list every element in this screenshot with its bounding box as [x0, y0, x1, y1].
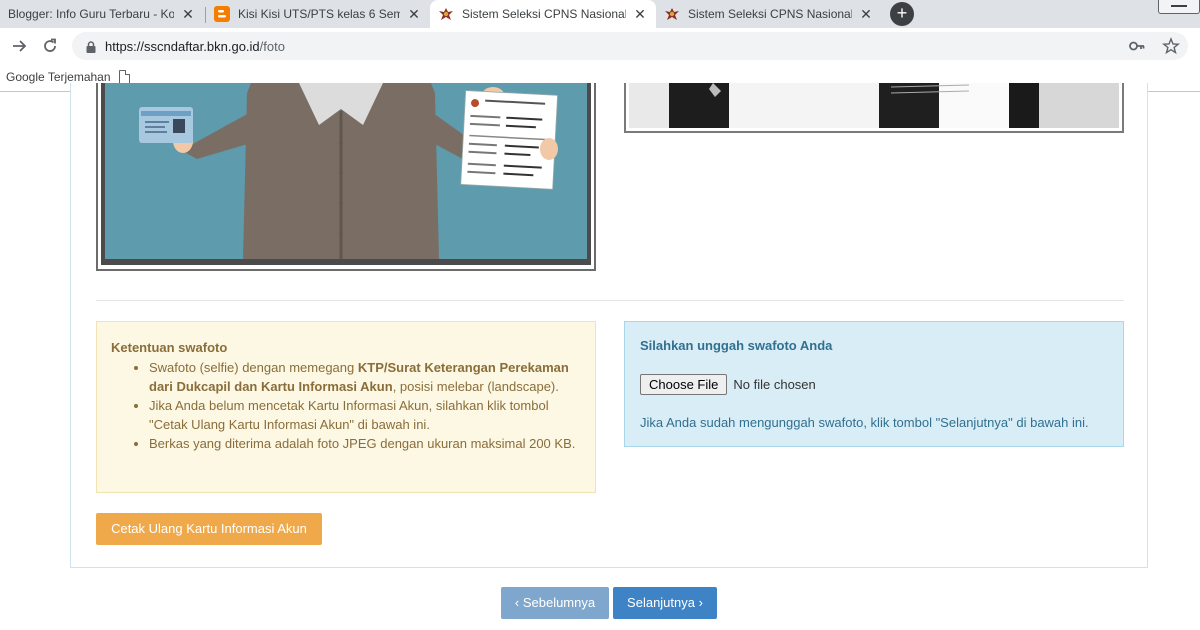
tab-title: Sistem Seleksi CPNS Nasional: [462, 7, 626, 21]
previous-button[interactable]: ‹ Sebelumnya: [501, 587, 609, 619]
bookmark-document-icon[interactable]: [119, 70, 130, 84]
url-path: /foto: [259, 39, 285, 54]
rule-text: Swafoto (selfie) dengan memegang: [149, 360, 358, 375]
tab-close-icon[interactable]: ✕: [632, 6, 648, 23]
rule-text: Berkas yang diterima adalah foto JPEG de…: [149, 436, 576, 451]
rule-text: , posisi melebar (landscape).: [392, 379, 559, 394]
rule-item: Swafoto (selfie) dengan memegang KTP/Sur…: [149, 358, 581, 396]
rule-item: Berkas yang diterima adalah foto JPEG de…: [149, 434, 581, 453]
address-bar[interactable]: https://sscndaftar.bkn.go.id/foto: [72, 32, 1188, 60]
tab-kisi-kisi[interactable]: Kisi Kisi UTS/PTS kelas 6 Semeste ✕: [206, 0, 430, 28]
section-divider: [96, 300, 1124, 301]
tab-close-icon[interactable]: ✕: [858, 6, 874, 23]
new-tab-button[interactable]: +: [890, 2, 914, 26]
tab-title: Blogger: Info Guru Terbaru - Kom: [8, 7, 174, 21]
choose-file-button[interactable]: Choose File: [640, 374, 728, 395]
forward-arrow-icon[interactable]: [10, 36, 30, 56]
tab-title: Sistem Seleksi CPNS Nasional: [688, 7, 852, 21]
file-input[interactable]: Choose File No file chosen: [640, 374, 1108, 395]
star-icon[interactable]: [1161, 37, 1181, 55]
reprint-account-card-button[interactable]: Cetak Ulang Kartu Informasi Akun: [96, 513, 322, 545]
tab-strip: Blogger: Info Guru Terbaru - Kom ✕ Kisi …: [0, 0, 1200, 28]
browser-toolbar: https://sscndaftar.bkn.go.id/foto: [0, 28, 1200, 64]
tab-close-icon[interactable]: ✕: [180, 6, 196, 23]
selfie-example-photo: [624, 83, 1124, 133]
selfie-example-illustration: [96, 83, 596, 271]
rule-text: Jika Anda belum mencetak Kartu Informasi…: [149, 398, 549, 432]
blogger-icon: [214, 6, 230, 22]
bkn-garuda-icon: [438, 6, 454, 22]
tab-title: Kisi Kisi UTS/PTS kelas 6 Semeste: [238, 7, 400, 21]
next-button[interactable]: Selanjutnya ›: [613, 587, 717, 619]
reload-icon[interactable]: [40, 36, 60, 56]
upload-hint: Jika Anda sudah mengunggah swafoto, klik…: [640, 415, 1089, 430]
upload-panel: Silahkan unggah swafoto Anda Choose File…: [624, 321, 1124, 447]
tab-blogger-info-guru[interactable]: Blogger: Info Guru Terbaru - Kom ✕: [0, 0, 204, 28]
url-text: https://sscndaftar.bkn.go.id/foto: [105, 39, 285, 54]
selfie-rules-list: Swafoto (selfie) dengan memegang KTP/Sur…: [149, 358, 581, 453]
upload-title: Silahkan unggah swafoto Anda: [640, 338, 833, 353]
upload-card: Ketentuan swafoto Swafoto (selfie) denga…: [70, 83, 1148, 568]
key-icon[interactable]: [1128, 37, 1146, 55]
selfie-rules-panel: Ketentuan swafoto Swafoto (selfie) denga…: [96, 321, 596, 493]
lock-icon: [86, 40, 96, 53]
bookmark-google-terjemahan[interactable]: Google Terjemahan: [6, 70, 111, 84]
url-host: https://sscndaftar.bkn.go.id: [105, 39, 260, 54]
selfie-rules-title: Ketentuan swafoto: [111, 340, 228, 355]
bkn-garuda-icon: [664, 6, 680, 22]
tab-sscn-active[interactable]: Sistem Seleksi CPNS Nasional ✕: [430, 0, 656, 28]
page-content: Ketentuan swafoto Swafoto (selfie) denga…: [0, 83, 1200, 630]
minimize-window-button[interactable]: [1158, 0, 1200, 14]
file-status-text: No file chosen: [733, 377, 816, 392]
tab-sscn-2[interactable]: Sistem Seleksi CPNS Nasional ✕: [656, 0, 882, 28]
tab-close-icon[interactable]: ✕: [406, 6, 422, 23]
menu-icon[interactable]: [1190, 36, 1194, 56]
rule-item: Jika Anda belum mencetak Kartu Informasi…: [149, 396, 581, 434]
